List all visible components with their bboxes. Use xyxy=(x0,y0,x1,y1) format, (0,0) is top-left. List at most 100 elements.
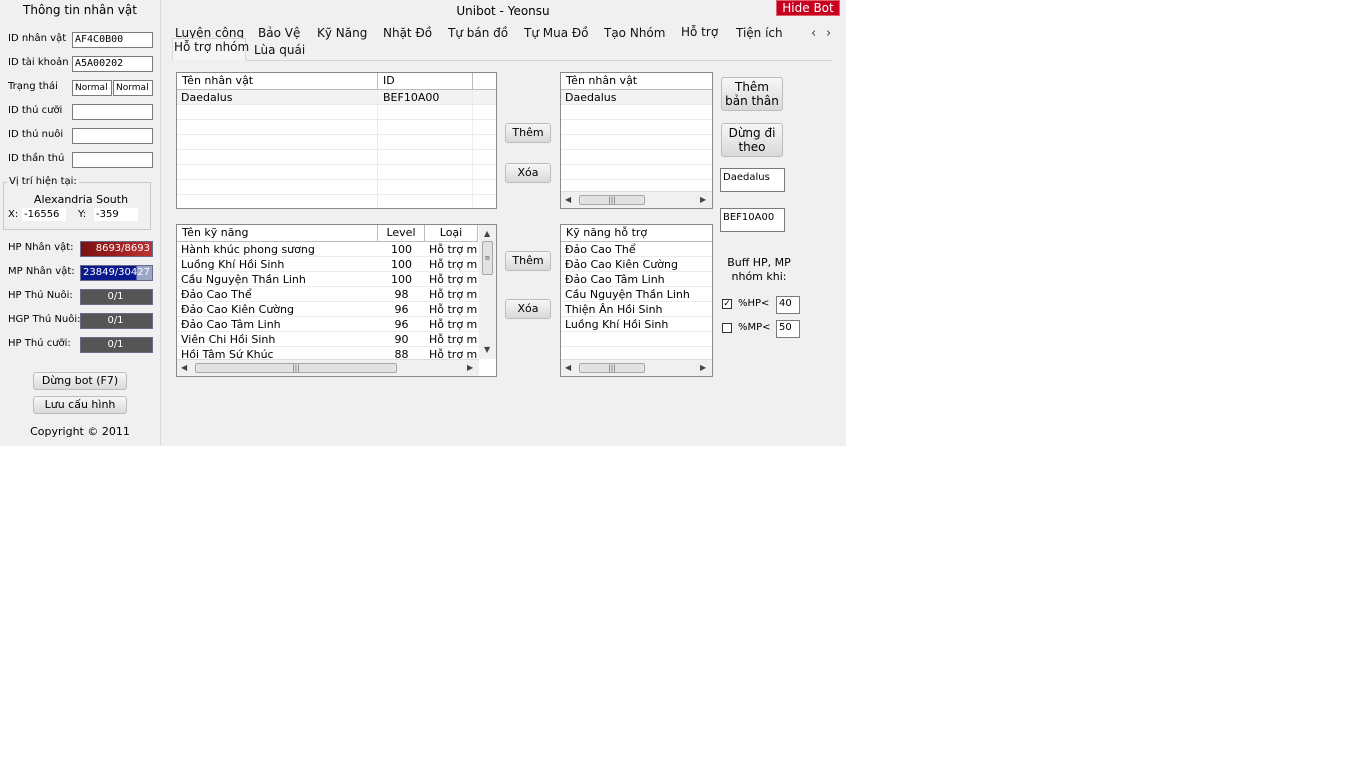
list-item[interactable]: Daedalus xyxy=(561,90,712,105)
hgp-pet-label: HGP Thú Nuôi: xyxy=(8,314,81,325)
scroll-thumb[interactable]: ||| xyxy=(195,363,397,373)
table-row xyxy=(177,135,496,150)
tab-scroll-right-icon[interactable]: › xyxy=(826,26,831,41)
mp-checkbox[interactable] xyxy=(722,323,732,333)
remove-skill-button[interactable]: Xóa xyxy=(505,299,551,319)
save-config-button[interactable]: Lưu cấu hình xyxy=(33,396,127,414)
stop-bot-button[interactable]: Dừng bot (F7) xyxy=(33,372,127,390)
list-item[interactable]: Luồng Khí Hồi Sinh xyxy=(561,317,712,332)
scroll-right-icon[interactable]: ▶ xyxy=(467,363,473,372)
divine-pet-id-field[interactable] xyxy=(72,152,153,168)
table-row[interactable]: Đảo Cao Thể 98 Hỗ trợ m xyxy=(177,287,479,302)
tab-tu-ban-do[interactable]: Tự bán đồ xyxy=(448,26,508,40)
party-col-id-header[interactable]: ID xyxy=(378,73,473,90)
scroll-thumb[interactable]: ||| xyxy=(579,363,645,373)
list-item[interactable]: Đảo Cao Tâm Linh xyxy=(561,272,712,287)
party-name-cell: Daedalus xyxy=(181,91,233,104)
tab-nhat-do[interactable]: Nhặt Đồ xyxy=(383,26,432,40)
scroll-left-icon[interactable]: ◀ xyxy=(181,363,187,372)
list-item[interactable]: Đảo Cao Kiên Cường xyxy=(561,257,712,272)
skill-hscrollbar[interactable]: ◀ ||| ▶ xyxy=(177,359,479,376)
selected-col-name-header[interactable]: Tên nhân vật xyxy=(561,73,712,90)
char-id-field[interactable]: AF4C0B00 xyxy=(72,32,153,48)
skill-level-cell: 100 xyxy=(391,273,412,286)
list-item[interactable]: Đảo Cao Thể xyxy=(561,242,712,257)
tab-ky-nang[interactable]: Kỹ Năng xyxy=(317,26,367,40)
table-row[interactable]: Cầu Nguyện Thần Linh 100 Hỗ trợ m xyxy=(177,272,479,287)
x-value: -16556 xyxy=(22,208,66,221)
member-name-field[interactable]: Daedalus xyxy=(720,168,785,192)
remove-member-button[interactable]: Xóa xyxy=(505,163,551,183)
scroll-thumb[interactable]: ≡ xyxy=(482,241,493,275)
skill-name-cell: Cầu Nguyện Thần Linh xyxy=(181,273,306,286)
tab-tao-nhom[interactable]: Tạo Nhóm xyxy=(604,26,665,40)
scroll-right-icon[interactable]: ▶ xyxy=(700,195,706,204)
table-row[interactable]: Viên Chi Hồi Sinh 90 Hỗ trợ m xyxy=(177,332,479,347)
scroll-down-icon[interactable]: ▼ xyxy=(484,345,490,354)
mp-threshold-label: %MP< xyxy=(738,322,771,333)
hgp-pet-bar: 0/1 xyxy=(80,313,153,329)
table-row xyxy=(177,180,496,195)
selected-members-hscrollbar[interactable]: ◀ ||| ▶ xyxy=(561,191,712,208)
hide-bot-button[interactable]: Hide Bot xyxy=(776,0,840,16)
y-label: Y: xyxy=(78,209,87,220)
hp-threshold-input[interactable]: 40 xyxy=(776,296,800,314)
add-member-button[interactable]: Thêm xyxy=(505,123,551,143)
status-field-2[interactable]: Normal xyxy=(113,80,153,96)
follow-toggle-button[interactable]: Dừng đi theo xyxy=(721,123,783,157)
account-id-field[interactable]: A5A00202 xyxy=(72,56,153,72)
skill-list[interactable]: Tên kỹ năng Level Loại ▲ ≡ ▼ Hành khúc p… xyxy=(176,224,497,377)
skill-name-cell: Hành khúc phong sương xyxy=(181,243,315,256)
status-field-1[interactable]: Normal xyxy=(72,80,112,96)
skill-col-type-header[interactable]: Loại xyxy=(425,225,478,242)
col-divider xyxy=(472,90,473,208)
mp-char-label: MP Nhân vật: xyxy=(8,266,75,277)
support-col-header[interactable]: Kỹ năng hỗ trợ xyxy=(561,225,712,242)
skill-level-cell: 96 xyxy=(394,303,409,316)
add-skill-button[interactable]: Thêm xyxy=(505,251,551,271)
party-col-name-header[interactable]: Tên nhân vật xyxy=(177,73,378,90)
table-row[interactable]: Luồng Khí Hồi Sinh 100 Hỗ trợ m xyxy=(177,257,479,272)
pet-id-field[interactable] xyxy=(72,128,153,144)
scroll-right-icon[interactable]: ▶ xyxy=(700,363,706,372)
table-row[interactable]: Đảo Cao Tâm Linh 96 Hỗ trợ m xyxy=(177,317,479,332)
skill-type-cell: Hỗ trợ m xyxy=(429,303,478,316)
support-hscrollbar[interactable]: ◀ ||| ▶ xyxy=(561,359,712,376)
hp-pet-label: HP Thú Nuôi: xyxy=(8,290,73,301)
scroll-up-icon[interactable]: ▲ xyxy=(484,229,490,238)
list-item[interactable]: Cầu Nguyện Thần Linh xyxy=(561,287,712,302)
mp-threshold-input[interactable]: 50 xyxy=(776,320,800,338)
scroll-left-icon[interactable]: ◀ xyxy=(565,363,571,372)
tab-tu-mua-do[interactable]: Tự Mua Đồ xyxy=(524,26,589,40)
list-item xyxy=(561,105,712,120)
table-row[interactable]: Hành khúc phong sương 100 Hỗ trợ m xyxy=(177,242,479,257)
party-col-empty-header xyxy=(473,73,496,90)
tab-scroll-left-icon[interactable]: ‹ xyxy=(811,26,816,41)
col-divider xyxy=(377,90,378,208)
skill-type-cell: Hỗ trợ m xyxy=(429,318,478,331)
member-id-field[interactable]: BEF10A00 xyxy=(720,208,785,232)
skill-col-level-header[interactable]: Level xyxy=(378,225,425,242)
party-member-list[interactable]: Tên nhân vật ID Daedalus BEF10A00 xyxy=(176,72,497,209)
table-row xyxy=(177,150,496,165)
scroll-thumb[interactable]: ||| xyxy=(579,195,645,205)
skill-type-cell: Hỗ trợ m xyxy=(429,333,478,346)
tab-bao-ve[interactable]: Bảo Vệ xyxy=(258,26,300,40)
table-row[interactable]: Đảo Cao Kiên Cường 96 Hỗ trợ m xyxy=(177,302,479,317)
hp-checkbox[interactable]: ✓ xyxy=(722,299,732,309)
tab-tien-ich[interactable]: Tiện ích xyxy=(736,26,783,40)
skill-col-name-header[interactable]: Tên kỹ năng xyxy=(177,225,378,242)
mount-id-field[interactable] xyxy=(72,104,153,120)
skill-name-cell: Đảo Cao Tâm Linh xyxy=(181,318,281,331)
scroll-left-icon[interactable]: ◀ xyxy=(565,195,571,204)
add-self-button[interactable]: Thêm bản thân xyxy=(721,77,783,111)
list-item[interactable]: Thiện Ân Hồi Sinh xyxy=(561,302,712,317)
selected-members-list[interactable]: Tên nhân vật Daedalus ◀ ||| ▶ xyxy=(560,72,713,209)
tab-ho-tro[interactable]: Hỗ trợ xyxy=(681,25,718,39)
skill-name-cell: Luồng Khí Hồi Sinh xyxy=(181,258,285,271)
tab-lua-quai[interactable]: Lùa quái xyxy=(254,43,305,57)
skill-vscrollbar[interactable]: ▲ ≡ ▼ xyxy=(479,225,496,359)
table-row[interactable]: Daedalus BEF10A00 xyxy=(177,90,496,105)
tab-ho-tro-nhom[interactable]: Hỗ trợ nhóm xyxy=(174,40,249,54)
support-skill-list[interactable]: Kỹ năng hỗ trợ Đảo Cao Thể Đảo Cao Kiên C… xyxy=(560,224,713,377)
